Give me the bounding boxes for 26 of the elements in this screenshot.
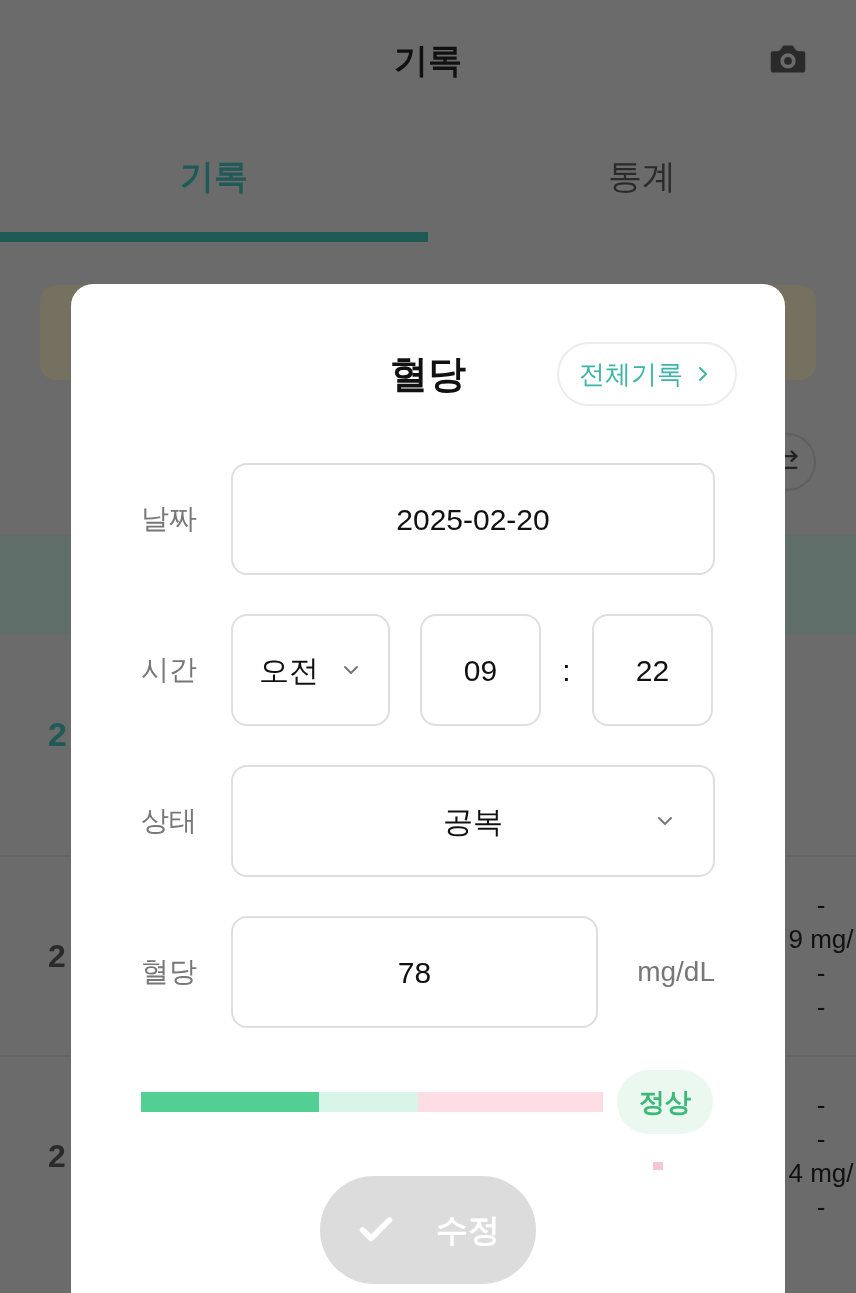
entry-text: - [816,889,826,922]
minute-field[interactable]: 22 [592,614,713,726]
list-date: 2 [48,714,67,755]
entry-date: 2 [48,937,66,976]
field-label: 혈당 [141,955,198,989]
hour-field[interactable]: 09 [420,614,541,726]
unit-label: mg/dL [637,955,715,989]
entry-text: - [816,1123,826,1156]
entry-date: 2 [48,1137,66,1176]
field-label: 시간 [141,653,198,687]
time-separator: : [561,652,572,689]
entry-text: - [816,1191,826,1224]
date-field[interactable]: 2025-02-20 [231,463,715,575]
glucose-field[interactable]: 78 [231,916,598,1028]
entry-text: - [816,1089,826,1122]
status-badge: 정상 [617,1070,713,1134]
dialog-title: 혈당 [390,351,466,397]
entry-text: 4 mg/ [788,1157,854,1190]
header-title: 기록 [394,39,462,81]
entry-text: - [816,991,826,1024]
period-select[interactable]: 오전 [231,614,390,726]
status-select[interactable]: 공복 [231,765,715,877]
entry-text: 9 mg/ [788,923,854,956]
field-label: 날짜 [141,502,198,536]
field-label: 상태 [141,804,198,838]
entry-text: - [816,957,826,990]
